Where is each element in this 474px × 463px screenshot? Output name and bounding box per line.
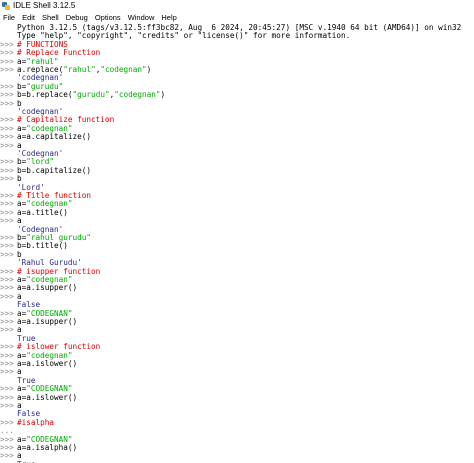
shell-prompt: >>> bbox=[0, 98, 14, 108]
shell-line-text: a=a.isupper() bbox=[17, 283, 78, 293]
shell-line-text: a=a.islower() bbox=[17, 359, 78, 368]
shell-line-text: b=b.replace("gurudu","codegnan") bbox=[17, 90, 166, 100]
shell-line-text: a=a.isupper() bbox=[17, 317, 78, 326]
shell-line-text: b=b.title() bbox=[17, 241, 68, 251]
menu-window[interactable]: Window bbox=[128, 13, 155, 22]
shell-prompt: >>> bbox=[0, 140, 14, 150]
shell-line-text: b=b.capitalize() bbox=[17, 165, 92, 175]
menu-debug[interactable]: Debug bbox=[66, 13, 88, 22]
shell-line-text: a=a.title() bbox=[17, 207, 68, 217]
title-bar: IDLE Shell 3.12.5 bbox=[0, 0, 474, 11]
shell-prompt: >>> bbox=[0, 174, 14, 184]
shell-prompt: >>> bbox=[0, 325, 14, 335]
python-idle-icon bbox=[2, 1, 10, 10]
menu-file[interactable]: File bbox=[3, 13, 15, 22]
window-title: IDLE Shell 3.12.5 bbox=[13, 1, 76, 10]
menu-shell[interactable]: Shell bbox=[42, 13, 59, 22]
shell-prompt: >>> bbox=[0, 65, 14, 74]
menu-bar: File Edit Shell Debug Options Window Hel… bbox=[0, 11, 474, 23]
shell-prompt: >>> bbox=[0, 367, 14, 377]
shell-line-text: #isalpha bbox=[17, 417, 55, 427]
shell-line-text: a=a.islower() bbox=[17, 392, 78, 402]
shell-prompt: >>> bbox=[0, 401, 14, 410]
shell-prompt: >>> bbox=[0, 291, 14, 301]
shell-line-text: a=a.isalpha() bbox=[17, 443, 78, 452]
shell-prompt: >>> bbox=[0, 249, 14, 259]
menu-edit[interactable]: Edit bbox=[22, 13, 35, 22]
shell-line-text: a=a.capitalize() bbox=[17, 132, 92, 142]
menu-help[interactable]: Help bbox=[161, 13, 176, 22]
shell-text-area[interactable]: Python 3.12.5 (tags/v3.12.5:ff3bc82, Aug… bbox=[0, 24, 474, 463]
shell-prompt: >>> bbox=[0, 451, 14, 461]
shell-prompt: >>> bbox=[0, 216, 14, 226]
menu-options[interactable]: Options bbox=[95, 13, 121, 22]
